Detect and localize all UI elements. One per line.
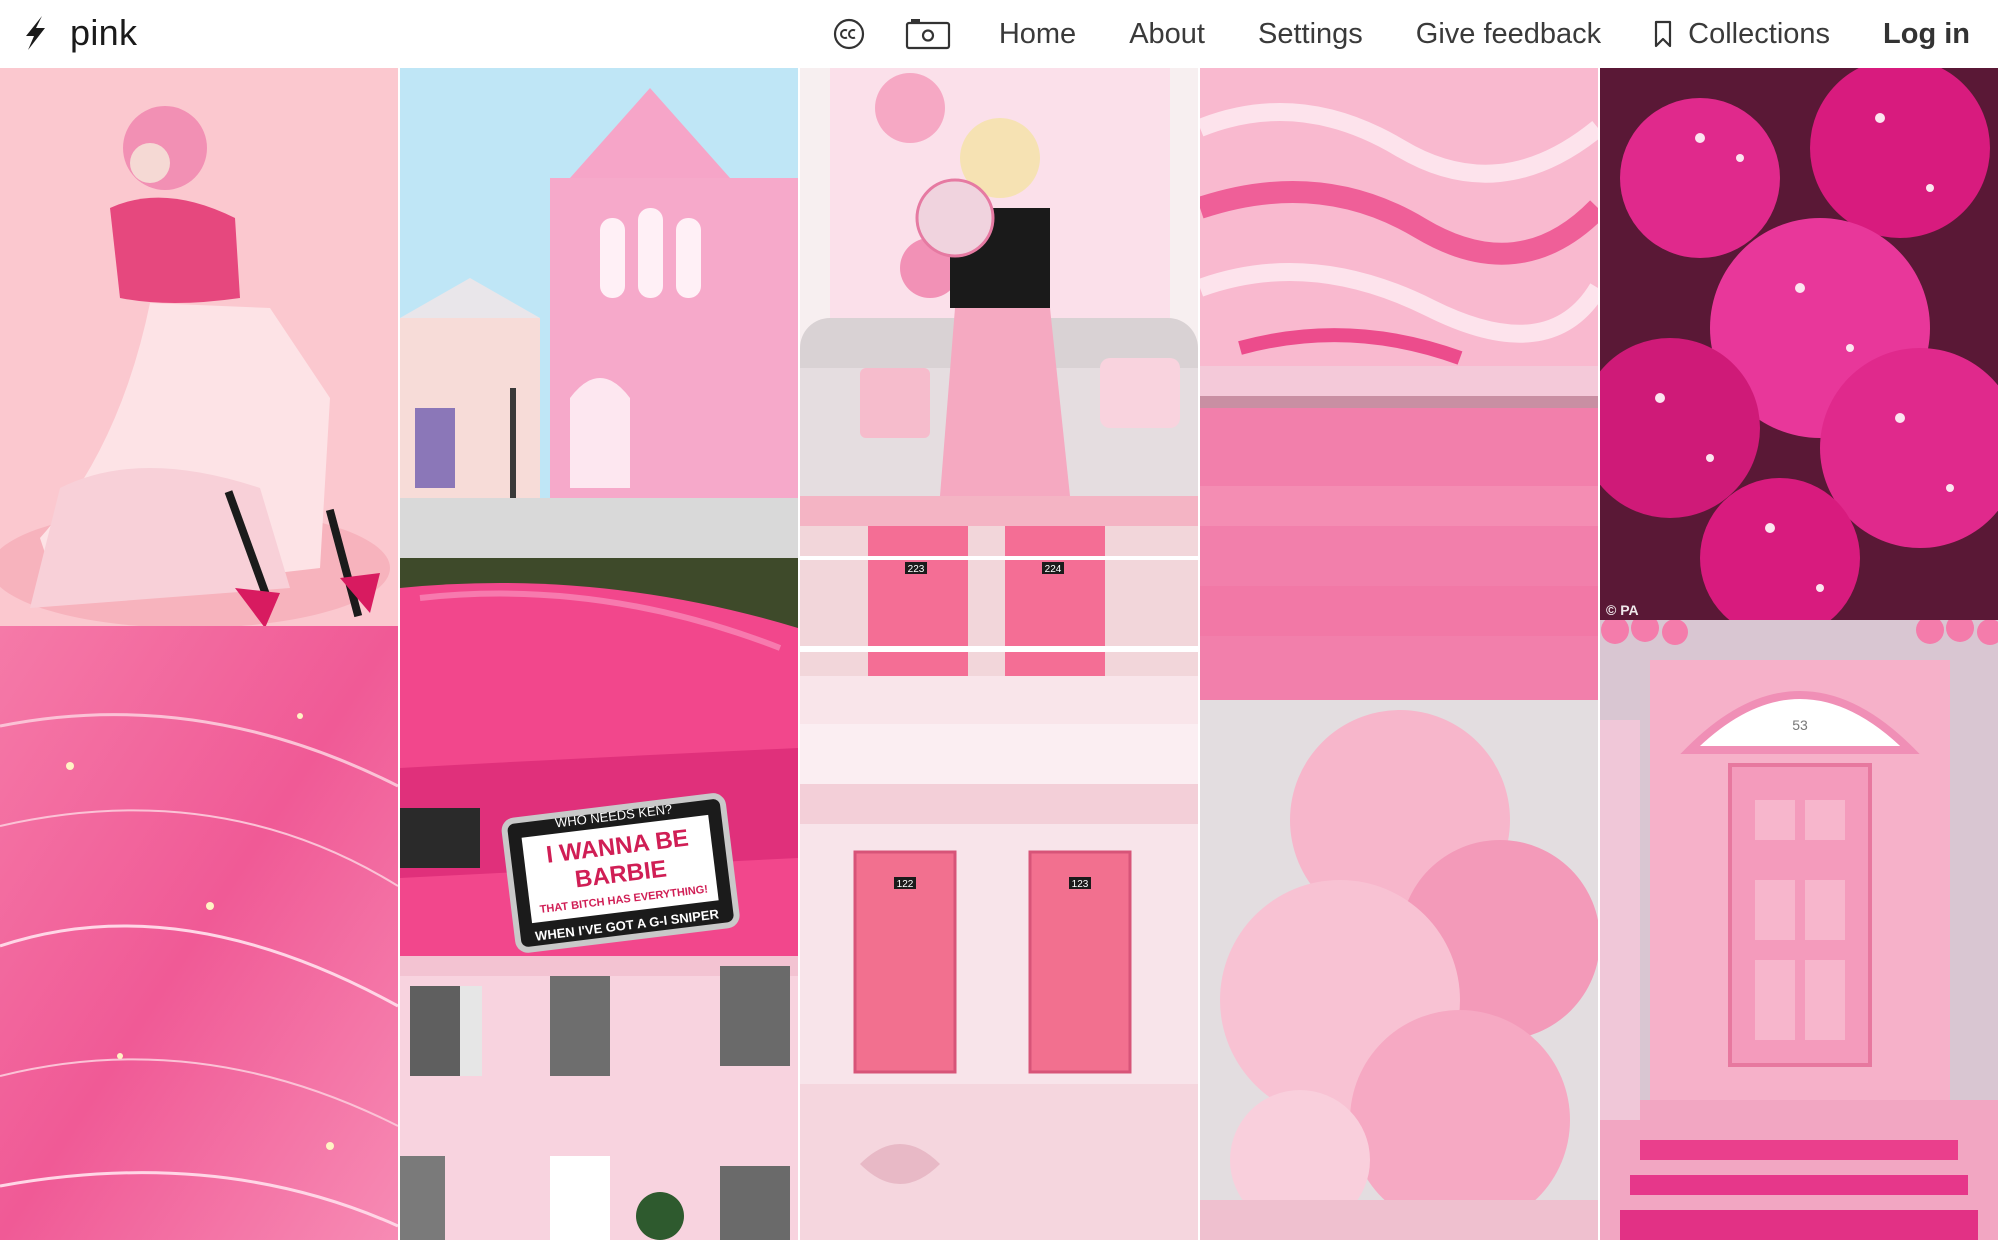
door-number-upper-1: 223 [908,564,925,575]
door-number-upper-2: 224 [1045,564,1062,575]
nav-home-link[interactable]: Home [999,17,1076,51]
image-tile-pink-lake[interactable] [1200,366,1598,700]
lightning-bolt-icon [20,14,50,52]
grid-column-2: WHO NEEDS KEN? I WANNA BE BARBIE THAT BI… [400,68,798,1240]
top-bar: pink Home About Settings Give feedback C… [0,0,1998,68]
image-credit: © PA [1606,602,1639,618]
main-nav: Home About Settings Give feedback Collec… [833,0,1970,68]
camera-icon[interactable] [905,18,951,50]
door-number-53: 53 [1792,717,1808,733]
door-number-lower-1: 122 [897,879,914,890]
nav-settings-link[interactable]: Settings [1258,17,1363,51]
image-tile-pink-door[interactable]: 53 [1600,620,1998,1240]
nav-collections-link[interactable]: Collections [1654,17,1830,51]
image-tile-pink-fur[interactable] [1200,68,1598,366]
image-tile-barbie-car[interactable]: WHO NEEDS KEN? I WANNA BE BARBIE THAT BI… [400,558,798,956]
image-tile-fashion-model[interactable] [0,68,398,626]
nav-feedback-link[interactable]: Give feedback [1416,17,1601,51]
bookmark-icon [1654,20,1672,48]
grid-column-1 [0,68,398,1240]
image-tile-pink-room[interactable] [800,68,1198,496]
image-grid: WHO NEEDS KEN? I WANNA BE BARBIE THAT BI… [0,68,1998,1240]
door-number-lower-2: 123 [1072,879,1089,890]
image-tile-pink-building[interactable] [400,68,798,558]
grid-column-4 [1200,68,1598,1240]
app-title: pink [70,12,138,53]
logo[interactable]: pink [20,14,137,52]
login-link[interactable]: Log in [1883,17,1970,51]
creative-commons-icon[interactable] [833,18,865,50]
image-tile-motel-upper[interactable]: 223 224 [800,496,1198,724]
image-tile-tinsel[interactable] [0,626,398,1240]
image-tile-motel-lower[interactable]: 122 123 [800,724,1198,1240]
image-tile-pink-smoke[interactable] [1200,700,1598,1240]
image-tile-jellyfish[interactable]: © PA [1600,68,1998,620]
image-tile-pink-house[interactable] [400,956,798,1240]
collections-label: Collections [1688,18,1831,50]
nav-about-link[interactable]: About [1129,17,1205,51]
grid-column-3: 223 224 122 123 [800,68,1198,1240]
grid-column-5: © PA 53 [1600,68,1998,1240]
